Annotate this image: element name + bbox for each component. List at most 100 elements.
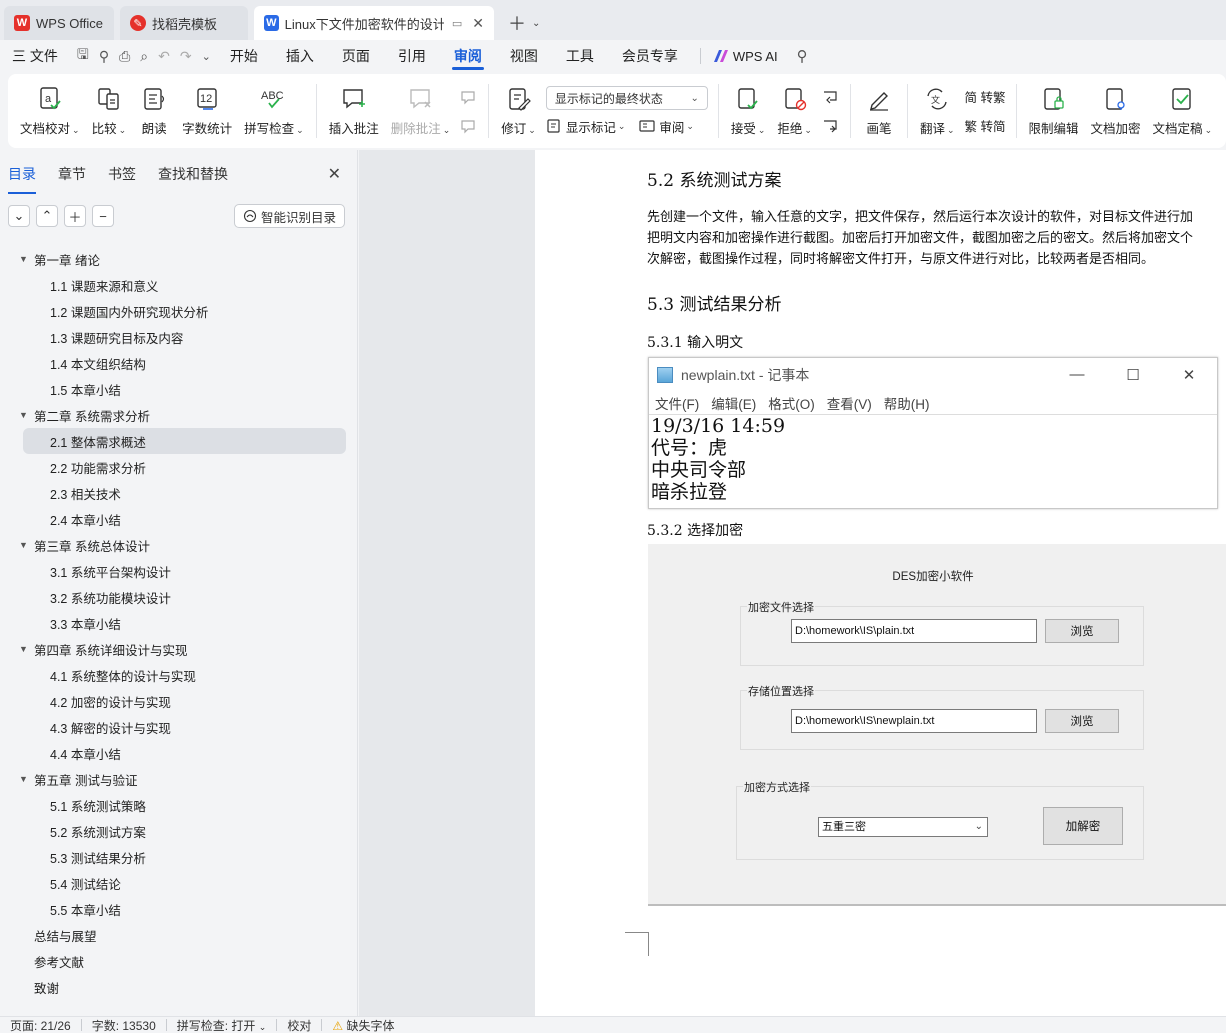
toc-section-item[interactable]: 5.1 系统测试策略 [0, 792, 358, 818]
toc-chapter-item[interactable]: ▼ 第四章 系统详细设计与实现 [0, 636, 358, 662]
display-mode-select[interactable]: 显示标记的最终状态 ⌄ [545, 86, 708, 110]
toc-section-item[interactable]: 4.1 系统整体的设计与实现 [0, 662, 358, 688]
toc-section-item[interactable]: 1.2 课题国内外研究现状分析 [0, 298, 358, 324]
menu-tools[interactable]: 工具 [552, 40, 608, 72]
next-comment-icon[interactable] [460, 114, 478, 138]
remove-icon[interactable]: − [92, 205, 114, 227]
close-icon[interactable]: ✕ [328, 164, 341, 184]
review-pane-button[interactable]: 审阅 ⌄ [639, 114, 694, 138]
pen-button[interactable]: 画笔 [857, 78, 901, 144]
toc-chapter-item[interactable]: ▼ 第三章 系统总体设计 [0, 532, 358, 558]
toc-chapter-item[interactable]: 总结与展望 [0, 922, 358, 948]
notepad-menu: 文件(F) 编辑(E) 格式(O) 查看(V) 帮助(H) [649, 392, 1217, 414]
expand-triangle-icon[interactable]: ▼ [19, 410, 28, 420]
insert-comment-button[interactable]: 插入批注 [323, 78, 385, 144]
print-preview-icon[interactable]: ⌕ [135, 48, 153, 65]
tab-find-replace[interactable]: 查找和替换 [158, 150, 228, 198]
search-icon[interactable]: ⚲ [792, 47, 813, 65]
doc-check-button[interactable]: a 文档校对 ⌄ [14, 78, 86, 144]
toc-chapter-item[interactable]: ▼ 第五章 测试与验证 [0, 766, 358, 792]
spell-check-button[interactable]: ABC 拼写检查 ⌄ [238, 78, 310, 144]
toc-section-item[interactable]: 1.3 课题研究目标及内容 [0, 324, 358, 350]
next-change-icon[interactable] [822, 114, 840, 138]
toc-section-item[interactable]: 2.4 本章小结 [0, 506, 358, 532]
prev-change-icon[interactable] [822, 85, 840, 109]
accept-button[interactable]: 接受 ⌄ [725, 78, 772, 144]
toc-section-item[interactable]: 4.3 解密的设计与实现 [0, 714, 358, 740]
doc-finalize-button[interactable]: 文档定稿 ⌄ [1147, 78, 1219, 144]
menu-start[interactable]: 开始 [216, 40, 272, 72]
toc-section-item[interactable]: 5.5 本章小结 [0, 896, 358, 922]
expand-icon[interactable]: ⌃ [36, 205, 58, 227]
tab-label: Linux下文件加密软件的设计与 [284, 16, 444, 32]
menu-member[interactable]: 会员专享 [608, 40, 692, 72]
missing-font-indicator[interactable]: ⚠ 缺失字体 [332, 1017, 404, 1033]
reject-button[interactable]: 拒绝 ⌄ [771, 78, 818, 144]
word-count-button[interactable]: 12 字数统计 [176, 78, 238, 144]
tab-bookmarks[interactable]: 书签 [108, 150, 136, 198]
file-menu[interactable]: 三 文件 [12, 40, 72, 72]
toc-section-item[interactable]: 1.4 本文组织结构 [0, 350, 358, 376]
menu-review[interactable]: 审阅 [440, 40, 496, 72]
menu-insert[interactable]: 插入 [272, 40, 328, 72]
tab-toc[interactable]: 目录 [8, 150, 36, 198]
read-aloud-button[interactable]: 朗读 [132, 78, 176, 144]
toc-chapter-item[interactable]: ▼ 第二章 系统需求分析 [0, 402, 358, 428]
toc-chapter-item[interactable]: 参考文献 [0, 948, 358, 974]
show-marks-button[interactable]: 显示标记 ⌄ [546, 114, 625, 138]
toc-section-item[interactable]: 4.2 加密的设计与实现 [0, 688, 358, 714]
to-traditional-button[interactable]: 简 转繁 [965, 85, 1006, 109]
revise-button[interactable]: 修订 ⌄ [495, 78, 542, 144]
toc-section-item[interactable]: 3.2 系统功能模块设计 [0, 584, 358, 610]
toc-section-item[interactable]: 5.2 系统测试方案 [0, 818, 358, 844]
screen-icon[interactable]: ▭ [452, 17, 462, 30]
restrict-edit-button[interactable]: 限制编辑 [1023, 78, 1085, 144]
print-icon[interactable]: ⎙ [114, 48, 135, 65]
proof-indicator[interactable]: 校对 [287, 1017, 321, 1033]
toc-section-item[interactable]: 3.3 本章小结 [0, 610, 358, 636]
close-icon[interactable]: ✕ [472, 15, 484, 32]
redo-icon[interactable]: ↷ [175, 48, 197, 65]
toc-section-item[interactable]: 2.2 功能需求分析 [0, 454, 358, 480]
more-icon[interactable]: ⌄ [197, 50, 216, 63]
document-page[interactable]: 5.2 系统测试方案 先创建一个文件，输入任意的文字，把文件保存，然后运行本次设… [535, 150, 1226, 1016]
toc-section-item[interactable]: 1.5 本章小结 [0, 376, 358, 402]
add-icon[interactable]: ＋ [64, 205, 86, 227]
tab-document[interactable]: W Linux下文件加密软件的设计与 ▭ ✕ [254, 6, 494, 40]
smart-toc-button[interactable]: 智能识别目录 [233, 204, 345, 228]
expand-triangle-icon[interactable]: ▼ [19, 540, 28, 550]
tab-wps-office[interactable]: W WPS Office [4, 6, 114, 40]
toc-section-item[interactable]: 1.1 课题来源和意义 [0, 272, 358, 298]
menu-reference[interactable]: 引用 [384, 40, 440, 72]
toc-section-item[interactable]: 3.1 系统平台架构设计 [0, 558, 358, 584]
doc-encrypt-button[interactable]: 文档加密 [1085, 78, 1147, 144]
toc-section-item[interactable]: 2.3 相关技术 [0, 480, 358, 506]
toc-chapter-item[interactable]: 致谢 [0, 974, 358, 1000]
tab-sections[interactable]: 章节 [58, 150, 86, 198]
page-indicator[interactable]: 页面: 21/26 [10, 1017, 81, 1033]
toc-section-item[interactable]: 5.3 测试结果分析 [0, 844, 358, 870]
wps-ai-button[interactable]: WPS AI [709, 40, 792, 72]
word-count-indicator[interactable]: 字数: 13530 [92, 1017, 166, 1033]
toc-section-item[interactable]: 5.4 测试结论 [0, 870, 358, 896]
collapse-icon[interactable]: ⌄ [8, 205, 30, 227]
expand-triangle-icon[interactable]: ▼ [19, 774, 28, 784]
translate-button[interactable]: 文 翻译 ⌄ [914, 78, 961, 144]
menu-page[interactable]: 页面 [328, 40, 384, 72]
toc-section-item[interactable]: 2.1 整体需求概述 [23, 428, 346, 454]
spell-check-indicator[interactable]: 拼写检查: 打开 ⌄ [177, 1017, 277, 1033]
undo-icon[interactable]: ↶ [153, 48, 175, 65]
delete-comment-button[interactable]: 删除批注 ⌄ [385, 78, 457, 144]
expand-triangle-icon[interactable]: ▼ [19, 644, 28, 654]
toc-chapter-item[interactable]: ▼ 第一章 绪论 [0, 246, 358, 272]
save-icon[interactable]: 🖫 [72, 44, 94, 68]
toc-section-item[interactable]: 4.4 本章小结 [0, 740, 358, 766]
share-icon[interactable]: ⚲ [94, 48, 114, 65]
prev-comment-icon[interactable] [460, 85, 478, 109]
tab-template[interactable]: ✎ 找稻壳模板 [120, 6, 248, 40]
compare-button[interactable]: 比较 ⌄ [86, 78, 133, 144]
to-simplified-button[interactable]: 繁 转简 [965, 114, 1006, 138]
menu-view[interactable]: 视图 [496, 40, 552, 72]
expand-triangle-icon[interactable]: ▼ [19, 254, 28, 264]
new-tab-button[interactable]: ＋ ⌄ [500, 6, 548, 40]
